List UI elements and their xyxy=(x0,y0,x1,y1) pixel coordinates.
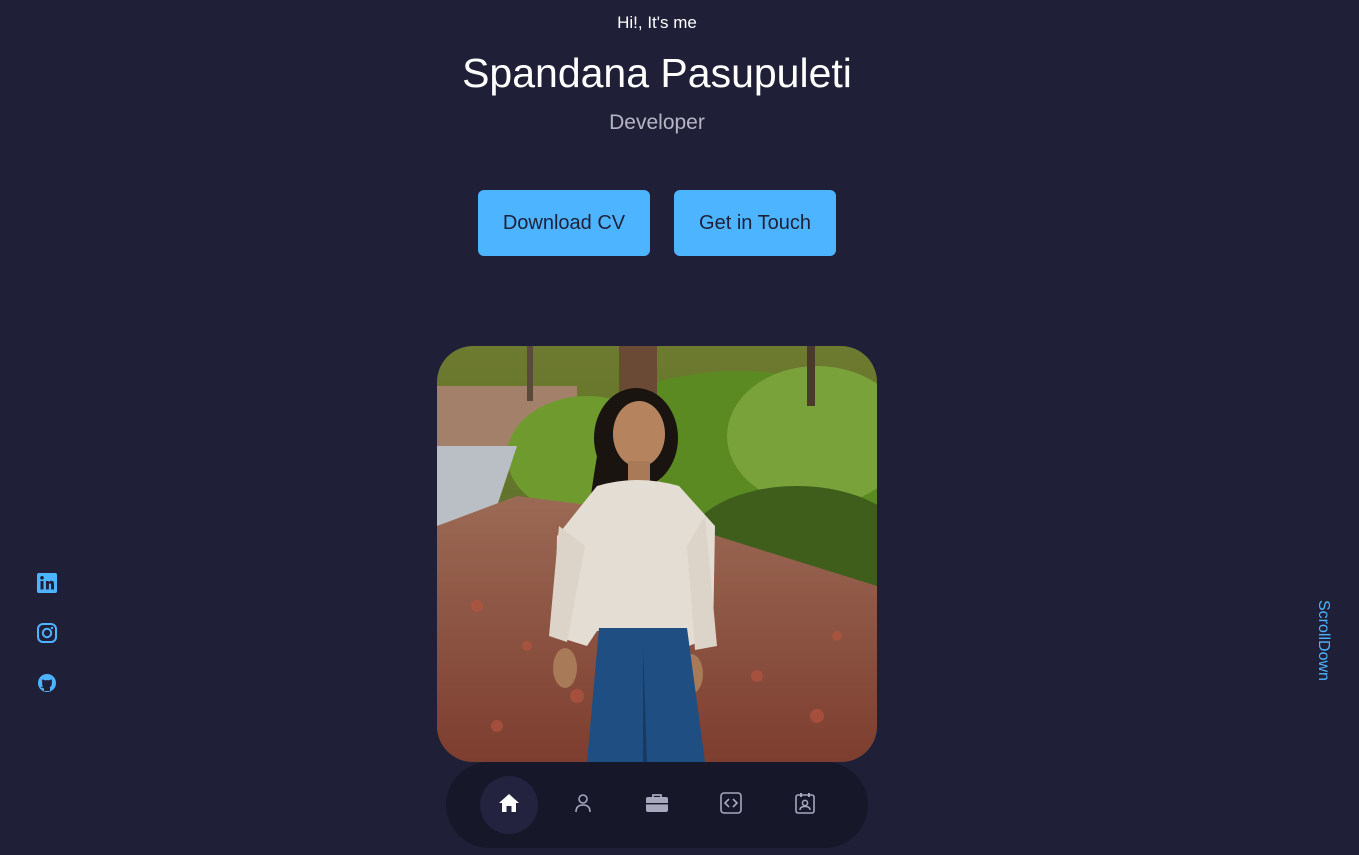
instagram-icon[interactable] xyxy=(36,622,58,644)
bottom-nav xyxy=(446,762,868,848)
user-icon xyxy=(573,793,593,818)
greeting-text: Hi!, It's me xyxy=(617,13,697,32)
download-cv-button[interactable]: Download CV xyxy=(478,190,650,256)
code-icon xyxy=(720,791,742,819)
nav-experience-button[interactable] xyxy=(628,776,686,834)
nav-about-button[interactable] xyxy=(554,776,612,834)
nav-home-button[interactable] xyxy=(480,776,538,834)
profile-photo xyxy=(437,346,877,762)
briefcase-icon xyxy=(645,793,669,818)
scroll-down-link[interactable]: ScrollDown xyxy=(1310,600,1332,692)
nav-contact-button[interactable] xyxy=(776,776,834,834)
home-icon xyxy=(498,793,520,818)
nav-projects-button[interactable] xyxy=(702,776,760,834)
linkedin-icon[interactable] xyxy=(36,572,58,594)
get-in-touch-button[interactable]: Get in Touch xyxy=(674,190,836,256)
social-links xyxy=(36,572,58,722)
contact-card-icon xyxy=(795,792,815,819)
github-icon[interactable] xyxy=(36,672,58,694)
page-title: Spandana Pasupuleti xyxy=(462,50,852,96)
role-subtitle: Developer xyxy=(609,111,705,134)
